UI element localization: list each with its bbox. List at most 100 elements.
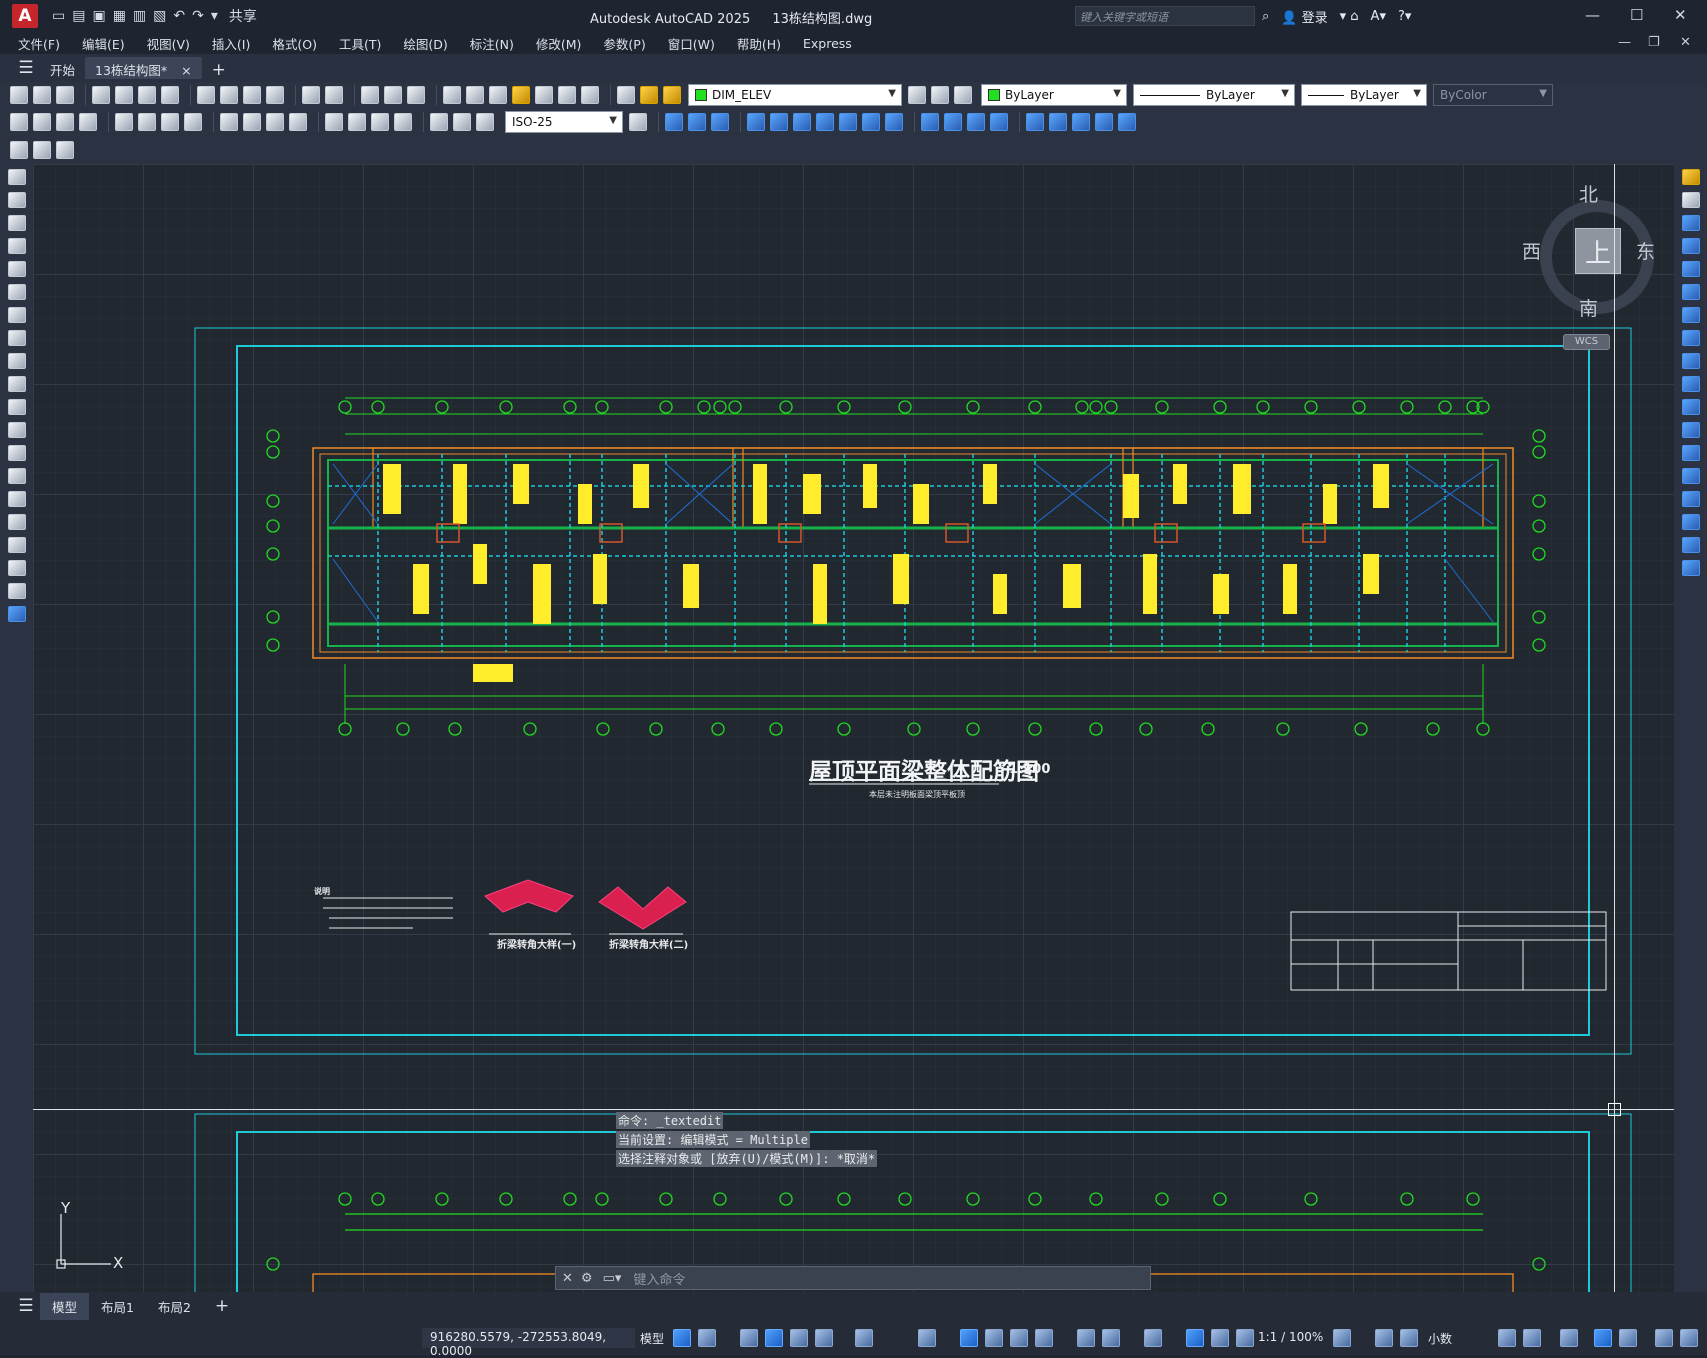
help-icon[interactable]: ?▾	[1398, 9, 1411, 24]
selection-cycling-icon[interactable]	[1010, 1329, 1028, 1347]
3d-print-icon[interactable]	[161, 86, 179, 104]
qnew-icon[interactable]	[10, 86, 28, 104]
tab-start[interactable]: 开始	[40, 57, 85, 79]
search-icon[interactable]: ⌕	[1262, 9, 1269, 24]
menu-edit[interactable]: 编辑(E)	[82, 34, 125, 53]
help-tool-icon[interactable]	[581, 86, 599, 104]
continue-dim-icon[interactable]	[266, 113, 284, 131]
menu-file[interactable]: 文件(F)	[18, 34, 60, 53]
solid-intersect-icon[interactable]	[711, 113, 729, 131]
interfere-icon[interactable]	[1095, 113, 1113, 131]
diameter-dim-icon[interactable]	[161, 113, 179, 131]
ellipse-icon[interactable]	[7, 376, 26, 392]
tab-close-icon[interactable]: ×	[181, 63, 191, 78]
menu-tools[interactable]: 工具(T)	[339, 34, 381, 53]
layout-tab-1[interactable]: 布局1	[89, 1293, 146, 1320]
save-as-icon[interactable]: ▦	[113, 8, 126, 24]
dynamic-ucs-icon[interactable]	[1077, 1329, 1095, 1347]
polygon-icon[interactable]	[7, 238, 26, 254]
open-file-icon[interactable]: ▤	[72, 8, 85, 24]
break-at-point-icon[interactable]	[1681, 422, 1700, 438]
clean-screen-icon[interactable]	[1619, 1329, 1637, 1347]
region-icon[interactable]	[7, 537, 26, 553]
zoom-window-icon[interactable]	[407, 86, 425, 104]
explode-icon[interactable]	[1681, 560, 1700, 576]
tool-palettes-icon[interactable]	[489, 86, 507, 104]
close-window-button[interactable]: ✕	[1674, 6, 1687, 24]
scale-icon[interactable]	[1681, 330, 1700, 346]
redo-tool-icon[interactable]	[325, 86, 343, 104]
solid-union-icon[interactable]	[665, 113, 683, 131]
annotation-monitor-icon[interactable]	[1375, 1329, 1393, 1347]
paste-icon[interactable]	[243, 86, 261, 104]
gizmo-icon[interactable]	[1144, 1329, 1162, 1347]
hatch-icon[interactable]	[7, 491, 26, 507]
wcs-menu[interactable]: WCS	[1563, 334, 1610, 350]
rotate-icon[interactable]	[1681, 307, 1700, 323]
offset-faces-icon[interactable]	[793, 113, 811, 131]
find-text-icon[interactable]	[56, 141, 74, 159]
menu-parametric[interactable]: 参数(P)	[603, 34, 645, 53]
search-input[interactable]: 键入关键字或短语	[1075, 6, 1255, 26]
redo-icon[interactable]: ↷	[192, 8, 204, 24]
dimstyle-manager-icon[interactable]	[629, 113, 647, 131]
sheet-set-icon[interactable]	[512, 86, 530, 104]
drawing-canvas[interactable]: 屋顶平面梁整体配筋图 1:100 本层未注明板面梁顶平板顶 说明 折梁转角大样(…	[33, 164, 1674, 1292]
publish-tool-icon[interactable]	[138, 86, 156, 104]
customize-dropdown-icon[interactable]: ▾	[211, 8, 218, 24]
copy-icon[interactable]	[220, 86, 238, 104]
clean-icon[interactable]	[944, 113, 962, 131]
extend-icon[interactable]	[1681, 399, 1700, 415]
plot-tool-icon[interactable]	[92, 86, 110, 104]
customize-status-icon[interactable]	[1680, 1329, 1698, 1347]
ordinate-dim-icon[interactable]	[79, 113, 97, 131]
fillet-icon[interactable]	[1681, 514, 1700, 530]
erase-icon[interactable]	[1681, 169, 1700, 185]
jogged-dim-icon[interactable]	[138, 113, 156, 131]
coordinates-display[interactable]: 916280.5579, -272553.8049, 0.0000	[422, 1328, 635, 1358]
dim-text-edit-icon[interactable]	[453, 113, 471, 131]
quick-properties-icon[interactable]	[1498, 1329, 1516, 1347]
cut-icon[interactable]	[197, 86, 215, 104]
copy-faces-icon[interactable]	[885, 113, 903, 131]
workspace-gear-icon[interactable]	[1333, 1329, 1351, 1347]
open-icon[interactable]	[33, 86, 51, 104]
lineweight-icon[interactable]	[960, 1329, 978, 1347]
radius-dim-icon[interactable]	[115, 113, 133, 131]
isolate-objects-icon[interactable]	[1560, 1329, 1578, 1347]
share-button[interactable]: 共享	[229, 6, 257, 26]
layer-on-icon[interactable]	[640, 86, 658, 104]
viewcube-west[interactable]: 西	[1522, 237, 1541, 264]
copy-object-icon[interactable]	[1681, 192, 1700, 208]
dim-space-icon[interactable]	[289, 113, 307, 131]
units-icon[interactable]	[1400, 1329, 1418, 1347]
join-icon[interactable]	[1681, 468, 1700, 484]
undo-tool-icon[interactable]	[302, 86, 320, 104]
preview-icon[interactable]	[115, 86, 133, 104]
shell-icon[interactable]	[990, 113, 1008, 131]
linetype-dropdown[interactable]: ByLayer ▼	[1133, 84, 1295, 106]
fullscreen-icon[interactable]	[1655, 1329, 1673, 1347]
arc-icon[interactable]	[7, 284, 26, 300]
arc-length-icon[interactable]	[56, 113, 74, 131]
construction-line-icon[interactable]	[7, 192, 26, 208]
selection-filter-icon[interactable]	[1102, 1329, 1120, 1347]
polyline-icon[interactable]	[7, 215, 26, 231]
viewcube-south[interactable]: 南	[1579, 294, 1598, 321]
graphics-performance-icon[interactable]	[1594, 1329, 1612, 1347]
menu-window[interactable]: 窗口(W)	[668, 34, 715, 53]
menu-view[interactable]: 视图(V)	[147, 34, 190, 53]
doc-minimize-button[interactable]: —	[1618, 35, 1631, 50]
new-file-icon[interactable]: ▭	[52, 8, 65, 24]
mtext-icon[interactable]	[10, 141, 28, 159]
auto-scale-icon[interactable]	[1211, 1329, 1229, 1347]
plot-icon[interactable]: ▧	[153, 8, 166, 24]
save-icon[interactable]: ▣	[92, 8, 105, 24]
publish-icon[interactable]: ▥	[133, 8, 146, 24]
command-recent-icon[interactable]: ▭▾	[603, 1271, 622, 1286]
annotation-visibility-icon[interactable]	[1186, 1329, 1204, 1347]
menu-modify[interactable]: 修改(M)	[536, 34, 582, 53]
blend-icon[interactable]	[1681, 537, 1700, 553]
extrude-faces-icon[interactable]	[747, 113, 765, 131]
menu-format[interactable]: 格式(O)	[272, 34, 317, 53]
